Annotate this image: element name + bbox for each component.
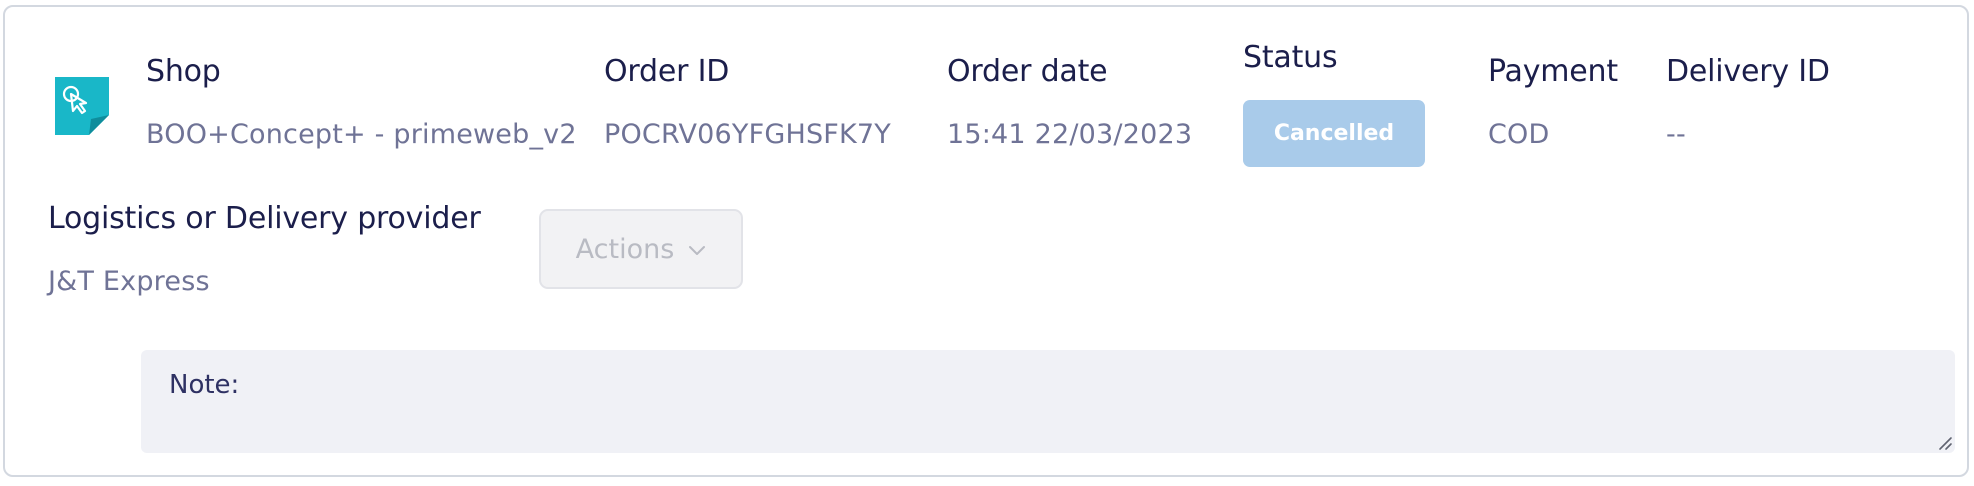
- resize-handle-icon[interactable]: [1937, 435, 1953, 451]
- note-textarea[interactable]: Note:: [141, 350, 1955, 453]
- delivery-id-field: Delivery ID --: [1666, 54, 1830, 150]
- shop-value: BOO+Concept+ - primeweb_v2: [146, 119, 577, 150]
- payment-field: Payment COD: [1488, 54, 1618, 150]
- shop-label: Shop: [146, 54, 221, 89]
- order-date-field: Order date 15:41 22/03/2023: [947, 54, 1192, 150]
- status-label: Status: [1243, 40, 1338, 75]
- order-date-label: Order date: [947, 54, 1108, 89]
- order-date-value: 15:41 22/03/2023: [947, 119, 1193, 150]
- logistics-label: Logistics or Delivery provider: [48, 201, 481, 236]
- payment-label: Payment: [1488, 54, 1618, 89]
- chevron-down-icon: [689, 246, 706, 255]
- delivery-id-value: --: [1666, 119, 1686, 150]
- order-id-field: Order ID POCRV06YFGHSFK7Y: [604, 54, 891, 150]
- status-badge: Cancelled: [1243, 100, 1425, 167]
- note-label: Note:: [169, 370, 240, 400]
- order-id-value: POCRV06YFGHSFK7Y: [604, 119, 891, 150]
- delivery-id-label: Delivery ID: [1666, 54, 1830, 89]
- logistics-value: J&T Express: [48, 266, 210, 297]
- order-id-label: Order ID: [604, 54, 730, 89]
- logistics-field: Logistics or Delivery provider J&T Expre…: [48, 201, 481, 297]
- payment-value: COD: [1488, 119, 1550, 150]
- shop-tag-icon: [51, 75, 113, 137]
- order-card: Shop BOO+Concept+ - primeweb_v2 Order ID…: [3, 5, 1969, 477]
- shop-field: Shop BOO+Concept+ - primeweb_v2: [146, 54, 577, 150]
- actions-label: Actions: [575, 233, 675, 265]
- actions-button[interactable]: Actions: [539, 209, 743, 289]
- status-field: Status: [1243, 40, 1338, 75]
